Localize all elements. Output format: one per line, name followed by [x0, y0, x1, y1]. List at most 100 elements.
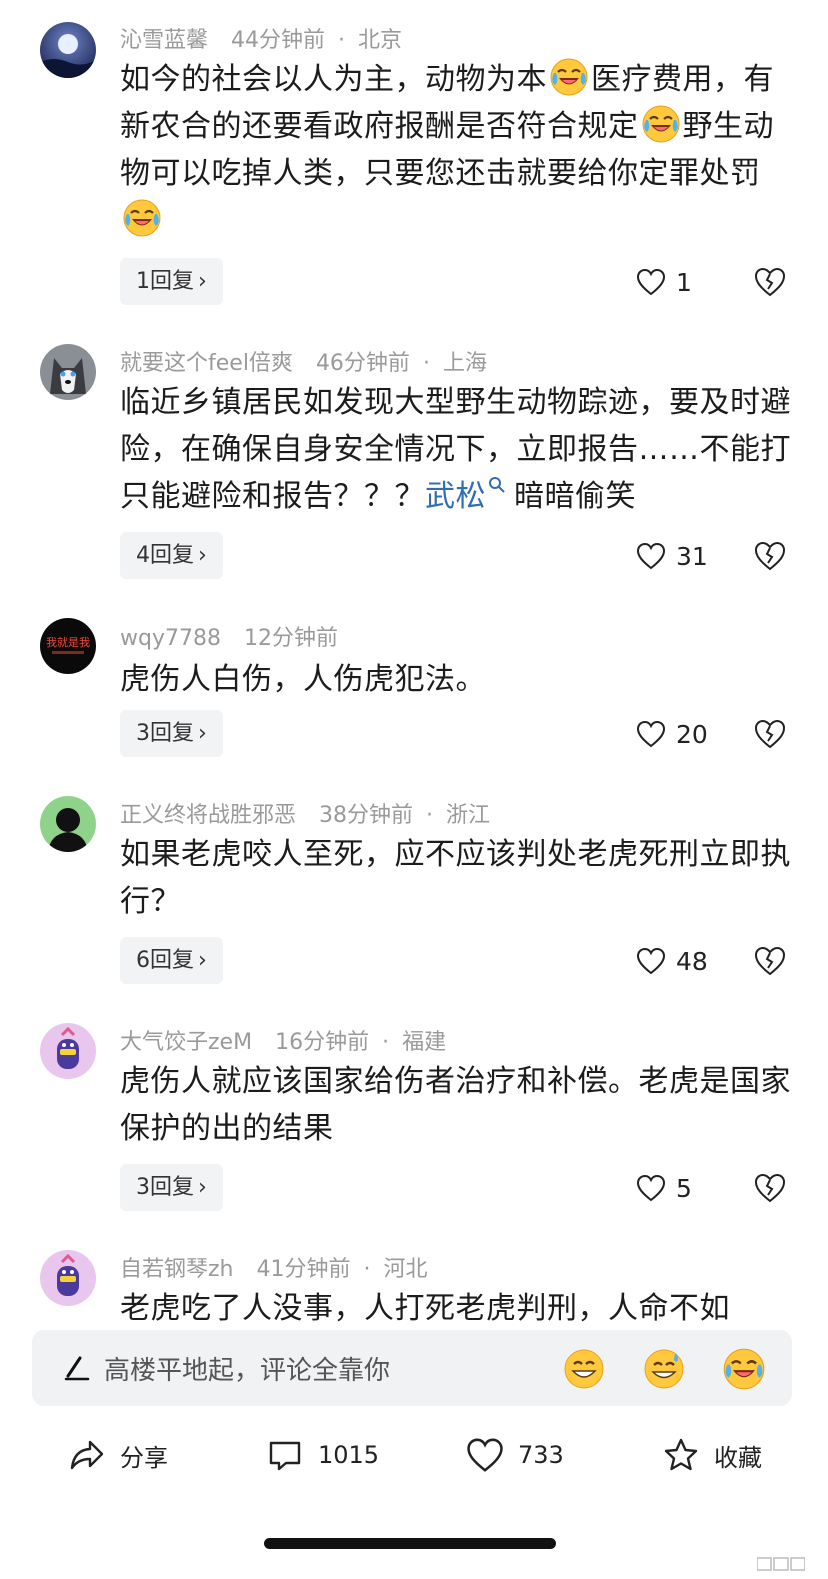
author-name[interactable]: 大气饺子zeM: [120, 1030, 252, 1055]
share-button[interactable]: 分享: [68, 1430, 168, 1480]
comment-icon: [269, 1441, 301, 1471]
author-name[interactable]: 沁雪蓝馨: [120, 28, 208, 53]
home-indicator[interactable]: [264, 1538, 556, 1549]
avatar[interactable]: [40, 344, 96, 400]
comment-meta: 自若钢琴zh 41分钟前 · 河北: [120, 1257, 428, 1282]
comment-time: 12分钟前: [243, 626, 338, 651]
favorite-label: 收藏: [714, 1443, 762, 1472]
replies-button[interactable]: 6回复 ›: [120, 937, 223, 984]
replies-button[interactable]: 3回复 ›: [120, 710, 223, 757]
laugh-cry-emoji-button[interactable]: [722, 1347, 766, 1391]
comment-meta: 正义终将战胜邪恶 38分钟前 · 浙江: [120, 803, 491, 828]
silhouette-avatar-icon: [40, 796, 96, 852]
author-name[interactable]: wqy7788: [120, 626, 221, 651]
comment-count: 1015: [318, 1441, 380, 1469]
like-count: 20: [676, 719, 708, 749]
hashtag-link[interactable]: 武松: [425, 477, 506, 514]
star-icon: [664, 1438, 698, 1471]
comment-meta: wqy7788 12分钟前: [120, 620, 338, 652]
comment-text: 如果老虎咬人至死，应不应该判处老虎死刑立即执行？: [120, 837, 791, 919]
laugh-cry-emoji-icon: [722, 1347, 766, 1391]
author-name[interactable]: 就要这个feel倍爽: [120, 351, 293, 376]
cartoon-character-avatar-icon: [40, 1023, 96, 1079]
share-label: 分享: [120, 1443, 168, 1472]
husky-dog-avatar-icon: [40, 344, 96, 400]
comment-input-placeholder[interactable]: 高楼平地起，评论全靠你: [104, 1350, 390, 1387]
post-like-count: 733: [518, 1441, 564, 1469]
chevron-right-icon: ›: [198, 948, 207, 973]
avatar[interactable]: [40, 22, 96, 78]
avatar[interactable]: [40, 796, 96, 852]
like-button[interactable]: 48: [636, 941, 708, 981]
laugh-cry-emoji-icon: [641, 104, 681, 144]
comment-text: 虎伤人就应该国家给伤者治疗和补偿。老虎是国家保护的出的结果: [120, 1064, 791, 1146]
avatar[interactable]: [40, 1023, 96, 1079]
comment-meta: 大气饺子zeM 16分钟前 · 福建: [120, 1030, 447, 1055]
chevron-right-icon: ›: [198, 269, 207, 294]
replies-button[interactable]: 4回复 ›: [120, 532, 223, 579]
broken-heart-icon: [753, 945, 787, 977]
comment-time: 41分钟前: [256, 1257, 351, 1282]
heart-icon: [466, 1436, 504, 1474]
like-count: 5: [676, 1173, 692, 1203]
grin-emoji-button[interactable]: [562, 1347, 606, 1391]
like-count: 1: [676, 267, 692, 297]
like-button[interactable]: 20: [636, 714, 708, 754]
broken-heart-icon: [753, 718, 787, 750]
cartoon-character-avatar-icon: [40, 1250, 96, 1306]
heart-icon: [636, 268, 666, 296]
broken-heart-icon: [753, 1172, 787, 1204]
avatar[interactable]: [40, 1250, 96, 1306]
heart-icon: [636, 542, 666, 570]
comment-time: 46分钟前: [315, 351, 410, 376]
replies-button[interactable]: 3回复 ›: [120, 1164, 223, 1211]
bottom-action-bar: 分享 1015 733 收藏: [0, 1420, 828, 1490]
search-icon: [489, 477, 505, 493]
comment-time: 44分钟前: [231, 28, 326, 53]
like-button[interactable]: 1: [636, 262, 692, 302]
comment-location: 河北: [383, 1257, 428, 1282]
replies-button[interactable]: 1回复 ›: [120, 258, 223, 305]
comment-text: 老虎吃了人没事，人打死老虎判刑，人命不如: [120, 1291, 730, 1322]
heart-icon: [636, 947, 666, 975]
like-count: 31: [676, 541, 708, 571]
broken-heart-icon: [753, 266, 787, 298]
chevron-right-icon: ›: [198, 1175, 207, 1200]
share-icon: [70, 1440, 104, 1470]
comment-location: 福建: [402, 1030, 447, 1055]
comment-time: 16分钟前: [275, 1030, 370, 1055]
text-logo-avatar-icon: 我就是我: [40, 618, 96, 674]
sweat-smile-emoji-button[interactable]: [642, 1347, 686, 1391]
comment-button[interactable]: 1015: [266, 1430, 379, 1480]
avatar[interactable]: 我就是我: [40, 618, 96, 674]
heart-icon: [636, 720, 666, 748]
chevron-right-icon: ›: [198, 543, 207, 568]
comment-input-bar[interactable]: 高楼平地起，评论全靠你: [32, 1330, 792, 1406]
laugh-cry-emoji-icon: [122, 198, 162, 238]
broken-heart-icon: [753, 540, 787, 572]
heart-icon: [636, 1174, 666, 1202]
watermark-logo-icon: [757, 1557, 805, 1571]
like-button[interactable]: 31: [636, 536, 708, 576]
comment-time: 38分钟前: [319, 803, 414, 828]
moon-night-avatar-icon: [40, 22, 96, 78]
chevron-right-icon: ›: [198, 721, 207, 746]
comment-list: 沁雪蓝馨 44分钟前 · 北京 如今的社会以人为主，动物为本 医疗费用，有新农合的…: [0, 0, 828, 1322]
dislike-button[interactable]: [753, 1172, 787, 1204]
comment-text: 如今的社会以人为主，动物为本 医疗费用，有新农合的还要看政府报酬是否符合规定 野生动…: [120, 56, 792, 244]
comment-meta: 就要这个feel倍爽 46分钟前 · 上海: [120, 351, 487, 376]
like-button[interactable]: 5: [636, 1168, 692, 1208]
dislike-button[interactable]: [753, 945, 787, 977]
favorite-button[interactable]: 收藏: [662, 1430, 762, 1480]
dislike-button[interactable]: [753, 718, 787, 750]
comment-location: 浙江: [446, 803, 491, 828]
comment-meta: 沁雪蓝馨 44分钟前 · 北京: [120, 28, 403, 53]
dislike-button[interactable]: [753, 266, 787, 298]
like-post-button[interactable]: 733: [466, 1430, 564, 1480]
dislike-button[interactable]: [753, 540, 787, 572]
author-name[interactable]: 自若钢琴zh: [120, 1257, 234, 1282]
comment-location: 上海: [442, 351, 487, 376]
author-name[interactable]: 正义终将战胜邪恶: [120, 803, 296, 828]
pen-icon: [64, 1356, 90, 1381]
grin-emoji-icon: [564, 1349, 604, 1389]
